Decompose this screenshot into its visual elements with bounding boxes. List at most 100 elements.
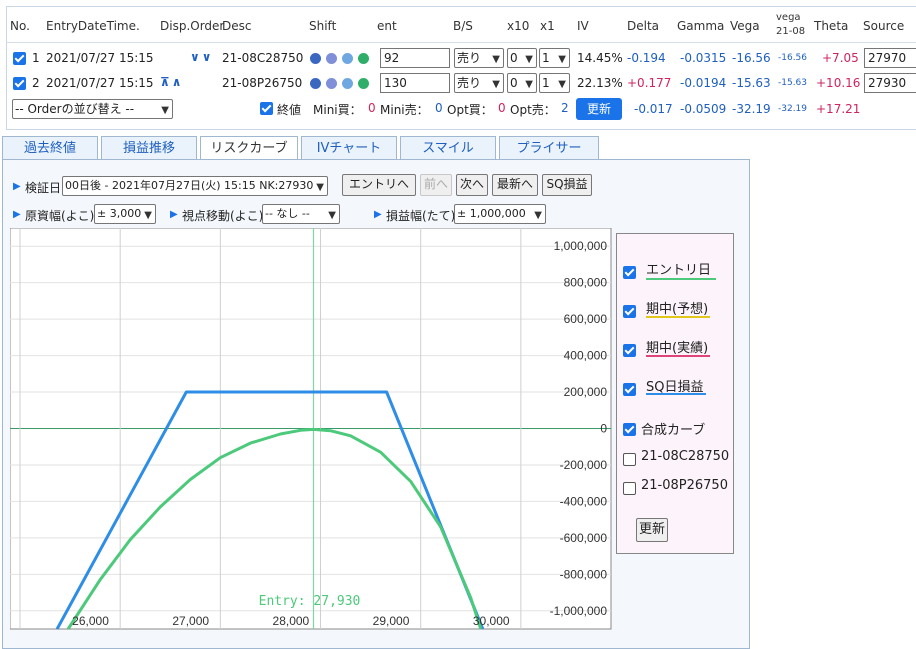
col-desc: Desc bbox=[222, 19, 252, 33]
mini-sell-label: Mini売： bbox=[380, 103, 429, 117]
col-bs: B/S bbox=[453, 19, 473, 33]
row1-ent-input[interactable]: 92 bbox=[380, 48, 450, 68]
total-gamma: -0.0509 bbox=[680, 102, 727, 116]
row2-x1-select[interactable]: 1 ▼ bbox=[539, 73, 570, 93]
row1-vega: -16.56 bbox=[732, 51, 771, 65]
total-vega-small: -32.19 bbox=[778, 104, 808, 114]
col-theta: Theta bbox=[814, 19, 849, 33]
pnl-range-label: 損益幅(たて) bbox=[386, 209, 456, 223]
x-tick-label: 29,000 bbox=[373, 614, 410, 628]
row2-ent-input[interactable]: 130 bbox=[380, 73, 450, 93]
legend-forecast-swatch bbox=[646, 316, 710, 318]
chevron-down-icon: ▼ bbox=[558, 54, 566, 65]
legend-put-checkbox[interactable] bbox=[623, 482, 636, 495]
pnl-range-select[interactable]: ± 1,000,000 ▼ bbox=[454, 204, 546, 224]
col-ent: ent bbox=[377, 19, 397, 33]
verify-date-label: 検証日 bbox=[25, 181, 62, 195]
row1-shift-down-icon[interactable] bbox=[326, 53, 337, 64]
col-delta: Delta bbox=[627, 19, 660, 33]
legend-call-checkbox[interactable] bbox=[623, 453, 636, 466]
y-tick-label: 200,000 bbox=[564, 385, 608, 399]
row2-shift-up-icon[interactable] bbox=[310, 78, 321, 89]
order-sort-select[interactable]: -- Orderの並び替え -- ▼ bbox=[12, 99, 173, 119]
legend-entry-checkbox[interactable] bbox=[623, 266, 636, 279]
legend-forecast-label: 期中(予想) bbox=[646, 302, 709, 317]
to-entry-button[interactable]: エントリへ bbox=[342, 174, 416, 196]
legend-update-button[interactable]: 更新 bbox=[636, 518, 668, 542]
col-x1: x1 bbox=[540, 19, 555, 33]
legend-composite-label: 合成カーブ bbox=[641, 423, 706, 438]
legend-actual-checkbox[interactable] bbox=[623, 344, 636, 357]
x-tick-label: 27,000 bbox=[172, 614, 209, 628]
col-gamma: Gamma bbox=[677, 19, 725, 33]
chevron-down-icon: ▼ bbox=[558, 79, 566, 90]
row2-gamma: -0.0194 bbox=[680, 76, 727, 90]
legend-composite-checkbox[interactable] bbox=[623, 423, 636, 436]
legend-entry-label: エントリ日 bbox=[646, 263, 712, 278]
view-shift-select[interactable]: -- なし -- ▼ bbox=[262, 204, 340, 224]
tab-pricer[interactable]: プライサー bbox=[499, 136, 599, 159]
row1-iv: 14.45% bbox=[577, 51, 623, 65]
total-checkbox[interactable] bbox=[260, 102, 273, 115]
row1-source-input[interactable]: 27970 bbox=[864, 48, 916, 68]
row1-bs-select[interactable]: 売り ▼ bbox=[454, 48, 504, 68]
row2-shift-right-icon[interactable] bbox=[358, 78, 369, 89]
row2-source-input[interactable]: 27930 bbox=[864, 73, 916, 93]
sq-pnl-button[interactable]: SQ損益 bbox=[542, 174, 592, 196]
row2-shift-down-icon[interactable] bbox=[326, 78, 337, 89]
tab-iv-chart[interactable]: IVチャート bbox=[301, 136, 397, 159]
legend-actual-label: 期中(実績) bbox=[646, 341, 709, 356]
opt-buy-label: Opt買： bbox=[447, 103, 493, 117]
chevron-down-icon: ▼ bbox=[525, 54, 533, 65]
row1-x10-select[interactable]: 0 ▼ bbox=[507, 48, 537, 68]
tab-past-close[interactable]: 過去終値 bbox=[2, 136, 98, 159]
row1-x1-value: 1 bbox=[542, 51, 550, 65]
row1-desc: 21-08C28750 bbox=[222, 51, 304, 65]
legend-put-label: 21-08P26750 bbox=[641, 478, 728, 493]
row2-checkbox[interactable] bbox=[13, 77, 26, 90]
y-tick-label: 400,000 bbox=[564, 349, 608, 363]
row2-date: 2021/07/27 15:15 bbox=[46, 76, 154, 90]
total-theta: +17.21 bbox=[816, 102, 861, 116]
row2-shift-left-icon[interactable] bbox=[342, 78, 353, 89]
col-vega-sub1: vega bbox=[776, 12, 801, 23]
row2-x10-select[interactable]: 0 ▼ bbox=[507, 73, 537, 93]
row1-shift-up-icon[interactable] bbox=[310, 53, 321, 64]
chevron-down-icon: ▼ bbox=[328, 210, 336, 221]
header-divider bbox=[6, 42, 916, 43]
row1-x1-select[interactable]: 1 ▼ bbox=[539, 48, 570, 68]
row2-x1-value: 1 bbox=[542, 76, 550, 90]
col-x10: x10 bbox=[507, 19, 530, 33]
row1-checkbox[interactable] bbox=[13, 52, 26, 65]
col-vega-sub2: 21-08 bbox=[776, 26, 806, 37]
row1-order-icons[interactable]: ∨∨ bbox=[190, 50, 214, 64]
row1-shift-right-icon[interactable] bbox=[358, 53, 369, 64]
range-select[interactable]: ± 3,000 ▼ bbox=[94, 204, 156, 224]
row2-order-icons[interactable]: ⊼∧ bbox=[160, 75, 184, 89]
tab-risk-curve[interactable]: リスクカーブ bbox=[200, 136, 298, 160]
chevron-down-icon: ▼ bbox=[492, 54, 500, 65]
total-label: 終値 bbox=[277, 103, 302, 117]
update-button[interactable]: 更新 bbox=[576, 98, 622, 120]
row2-delta: +0.177 bbox=[627, 76, 672, 90]
chevron-down-icon: ▼ bbox=[534, 210, 542, 221]
legend-call-label: 21-08C28750 bbox=[641, 449, 730, 464]
prev-button[interactable]: 前へ bbox=[420, 174, 452, 196]
verify-date-select[interactable]: 00日後 - 2021年07月27日(火) 15:15 NK:27930 ▼ bbox=[62, 176, 328, 196]
y-tick-label: 1,000,000 bbox=[554, 239, 608, 253]
total-delta: -0.017 bbox=[634, 102, 673, 116]
entry-label: Entry: 27,930 bbox=[259, 594, 361, 609]
next-button[interactable]: 次へ bbox=[456, 174, 488, 196]
tab-smile[interactable]: スマイル bbox=[400, 136, 496, 159]
y-tick-label: -400,000 bbox=[560, 494, 608, 508]
legend-sq-checkbox[interactable] bbox=[623, 383, 636, 396]
y-tick-label: 0 bbox=[600, 422, 607, 436]
row2-bs-select[interactable]: 売り ▼ bbox=[454, 73, 504, 93]
tab-pnl-trend[interactable]: 損益推移 bbox=[101, 136, 197, 159]
row2-vega: -15.63 bbox=[732, 76, 771, 90]
latest-button[interactable]: 最新へ bbox=[492, 174, 538, 196]
legend-forecast-checkbox[interactable] bbox=[623, 305, 636, 318]
row1-shift-left-icon[interactable] bbox=[342, 53, 353, 64]
row1-x10-value: 0 bbox=[510, 51, 518, 65]
col-entry-date: EntryDateTime. bbox=[46, 19, 140, 33]
